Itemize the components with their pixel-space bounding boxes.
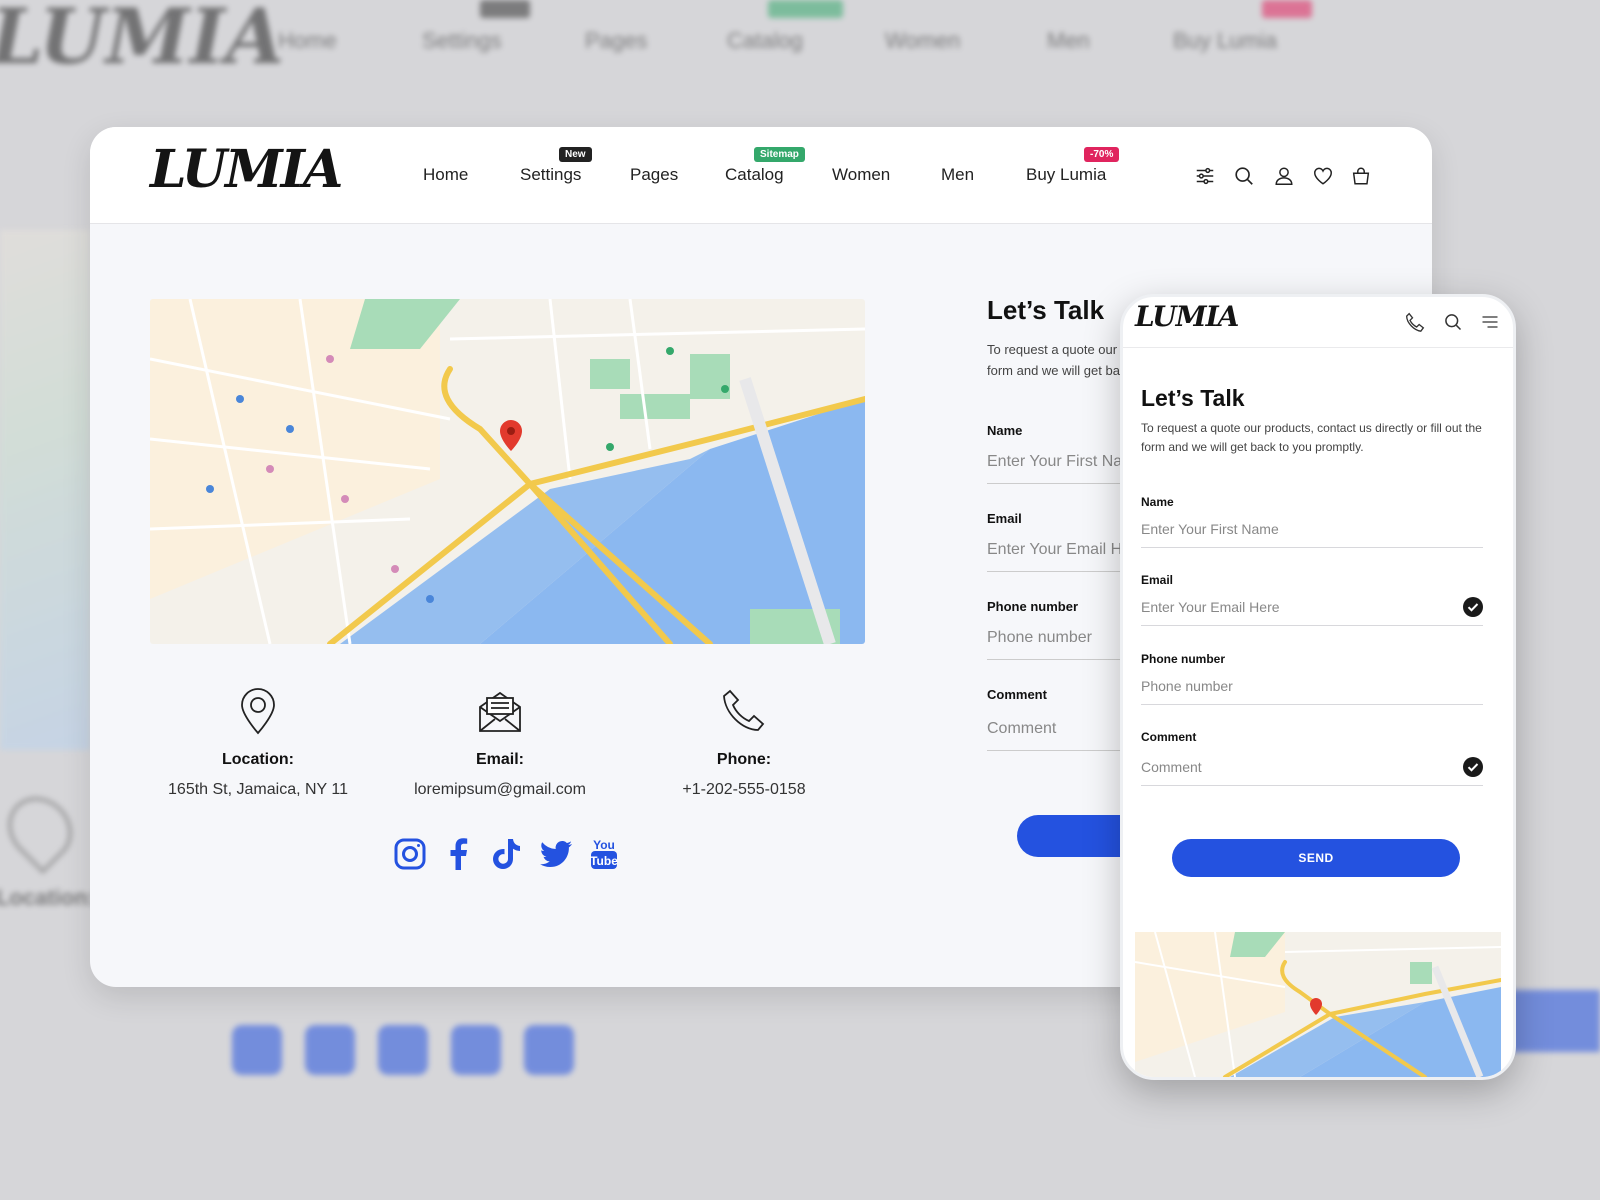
form-title: Let’s Talk [987,295,1105,325]
comment-input[interactable]: Comment [987,720,1127,751]
background-nav-buy: Buy Lumia [1173,28,1277,53]
background-location-icon [0,783,86,875]
background-badge-sale [1262,0,1312,18]
form-description: To request a quote our products, contact… [987,339,1122,381]
background-logo: LUMIA [0,0,285,81]
nav-buy-lumia[interactable]: Buy Lumia [1026,165,1106,185]
mobile-form-title: Let’s Talk [1141,385,1245,411]
form-description-line1: To request a quote our products, contact… [987,342,1122,357]
background-facebook-icon [305,1025,355,1075]
mobile-phone-label: Phone number [1141,652,1226,666]
background-instagram-icon [232,1025,282,1075]
background-nav-catalog: Catalog [727,28,803,53]
mobile-form-description-line2: form and we will get back to you promptl… [1141,440,1364,454]
email-value[interactable]: loremipsum@gmail.com [380,781,620,799]
background-nav-settings: Settings [422,28,502,53]
mobile-header: LUMIA [1123,297,1513,348]
nav-home[interactable]: Home [423,165,468,185]
location-label: Location: [222,751,294,768]
background-location-label: Location: [0,885,95,910]
mobile-form-description: To request a quote our products, contact… [1141,419,1491,457]
background-nav-women: Women [885,28,961,53]
site-header: LUMIA Home Settings New Pages Catalog Si… [90,127,1432,224]
comment-check-icon [1463,757,1483,777]
nav-badge-new: New [559,147,592,162]
tiktok-icon[interactable] [490,837,524,871]
mobile-email-input[interactable]: Enter Your Email Here [1141,597,1483,626]
nav-men[interactable]: Men [941,165,974,185]
email-field-label: Email [987,511,1022,526]
mobile-name-label: Name [1141,495,1174,509]
mobile-search-icon[interactable] [1443,312,1463,332]
site-logo[interactable]: LUMIA [150,139,343,200]
name-label: Name [987,423,1023,438]
mobile-name-input[interactable]: Enter Your First Name [1141,521,1483,548]
mobile-name-placeholder: Enter Your First Name [1141,521,1279,537]
envelope-icon [479,691,521,732]
background-badge-new [480,0,530,18]
phone-value[interactable]: +1-202-555-0158 [624,781,864,799]
phone-input[interactable]: Phone number [987,629,1127,660]
background-nav-men: Men [1047,28,1090,53]
location-map[interactable] [150,299,865,644]
mobile-email-label: Email [1141,573,1174,587]
phone-field-label: Phone number [987,599,1079,614]
background-header: LUMIA Home Settings Pages Catalog Women … [0,0,1600,90]
mobile-form-description-line1: To request a quote our products, contact… [1141,421,1482,435]
phone-block: Phone: +1-202-555-0158 [624,687,864,799]
user-icon[interactable] [1273,165,1295,187]
email-block: Email: loremipsum@gmail.com [380,687,620,799]
mobile-map-graphic [1135,932,1501,1077]
mobile-comment-placeholder: Comment [1141,759,1202,775]
mobile-send-button[interactable]: SEND [1172,839,1460,877]
background-youtube-icon [524,1025,574,1075]
svg-text:Tube: Tube [590,854,618,868]
heart-icon[interactable] [1312,165,1334,187]
background-nav-pages: Pages [585,28,648,53]
nav-badge-sale: -70% [1084,147,1120,162]
filter-icon[interactable] [1194,165,1216,187]
background-map [0,230,90,750]
location-block: Location: 165th St, Jamaica, NY 11 [138,687,378,799]
email-input[interactable]: Enter Your Email Here [987,541,1127,572]
nav-badge-sitemap: Sitemap [754,147,805,162]
email-label: Email: [475,751,524,768]
svg-text:You: You [593,838,615,852]
form-description-line2: form and we will get back to you promptl… [987,363,1122,378]
mobile-email-placeholder: Enter Your Email Here [1141,599,1280,615]
nav-catalog[interactable]: Catalog [725,165,784,185]
background-tiktok-icon [378,1025,428,1075]
mobile-mockup: LUMIA Let’s Talk To request a quote our … [1120,294,1516,1080]
nav-settings[interactable]: Settings [520,165,581,185]
instagram-icon[interactable] [393,837,427,871]
mobile-phone-input[interactable]: Phone number [1141,678,1483,705]
comment-label: Comment [987,687,1047,702]
phone-label: Phone: [716,751,772,768]
email-check-icon [1463,597,1483,617]
mobile-comment-input[interactable]: Comment [1141,757,1483,786]
mobile-phone-icon[interactable] [1405,312,1425,332]
nav-women[interactable]: Women [832,165,890,185]
background-badge-sitemap [768,0,843,18]
twitter-icon[interactable] [539,837,573,871]
mobile-menu-icon[interactable] [1480,312,1500,332]
mobile-logo[interactable]: LUMIA [1135,300,1239,333]
cart-icon[interactable] [1350,165,1372,187]
location-value: 165th St, Jamaica, NY 11 [168,781,348,798]
mobile-phone-placeholder: Phone number [1141,678,1233,694]
location-pin-icon [241,688,275,735]
mobile-map[interactable] [1135,932,1501,1077]
background-nav-home: Home [278,28,337,53]
background-twitter-icon [451,1025,501,1075]
youtube-icon[interactable]: You Tube [587,837,621,871]
search-icon[interactable] [1233,165,1255,187]
map-graphic [150,299,865,644]
nav-pages[interactable]: Pages [630,165,678,185]
phone-icon [723,689,765,731]
mobile-comment-label: Comment [1141,730,1197,744]
name-input[interactable]: Enter Your First Name [987,453,1127,484]
facebook-icon[interactable] [442,837,476,871]
